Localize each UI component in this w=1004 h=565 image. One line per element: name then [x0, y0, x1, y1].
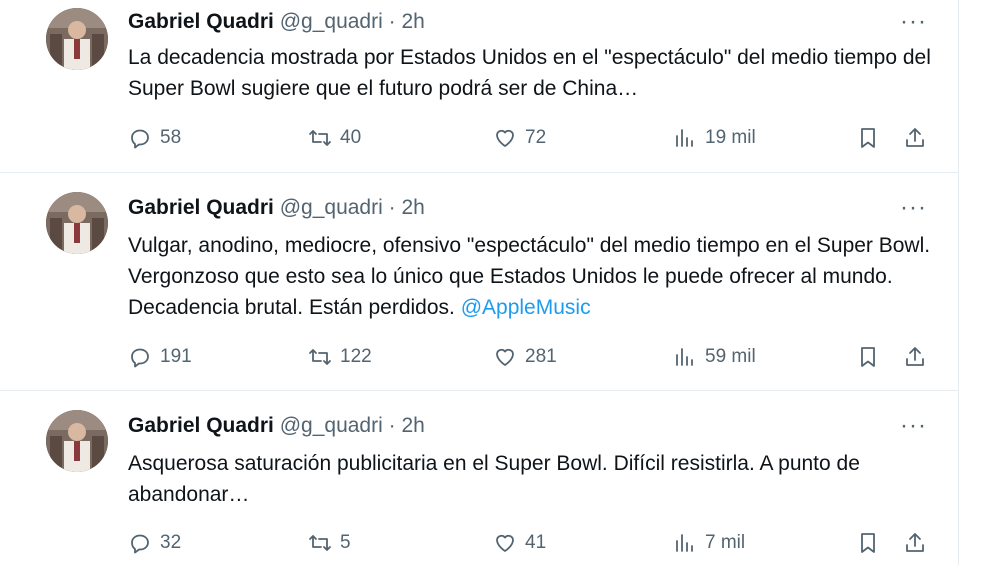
views-icon [676, 534, 693, 552]
heart-icon [496, 534, 514, 552]
tweet-text-body: La decadencia mostrada por Estados Unido… [128, 46, 931, 100]
like-count: 41 [525, 532, 547, 553]
like-button[interactable]: 72 [493, 122, 546, 154]
retweet-icon [309, 130, 331, 146]
like-count: 281 [525, 346, 557, 367]
like-button[interactable]: 41 [493, 527, 546, 559]
reply-count: 58 [160, 127, 182, 148]
separator-dot: · [388, 10, 396, 33]
timeline-border [958, 0, 959, 565]
retweet-button[interactable]: 40 [308, 122, 361, 154]
author-name[interactable]: Gabriel Quadri [128, 414, 274, 437]
views-count: 19 mil [705, 127, 756, 148]
retweet-button[interactable]: 122 [308, 341, 372, 373]
author-handle[interactable]: @g_quadri [280, 414, 383, 437]
retweet-count: 40 [340, 127, 362, 148]
tweet-header: Gabriel Quadri @g_quadri · 2h [128, 414, 425, 438]
like-count: 72 [525, 127, 547, 148]
retweet-icon [309, 349, 331, 365]
reply-button[interactable]: 58 [128, 122, 181, 154]
views-button[interactable]: 7 mil [673, 527, 745, 559]
timestamp[interactable]: 2h [401, 10, 424, 33]
timestamp[interactable]: 2h [401, 196, 424, 219]
bookmark-icon [861, 347, 875, 367]
tweet-text: Asquerosa saturación publicitaria en el … [128, 448, 943, 510]
tweet-actions: 58 40 72 19 mil [128, 122, 938, 154]
like-button[interactable]: 281 [493, 341, 557, 373]
views-button[interactable]: 19 mil [673, 122, 756, 154]
retweet-button[interactable]: 5 [308, 527, 351, 559]
bookmark-icon [861, 533, 875, 553]
avatar-image [46, 410, 108, 472]
author-name[interactable]: Gabriel Quadri [128, 10, 274, 33]
tweet[interactable]: Gabriel Quadri @g_quadri · 2h ··· Vulgar… [0, 172, 958, 391]
avatar[interactable] [46, 192, 108, 254]
reply-button[interactable]: 32 [128, 527, 181, 559]
author-name[interactable]: Gabriel Quadri [128, 196, 274, 219]
tweet-header: Gabriel Quadri @g_quadri · 2h [128, 196, 425, 220]
tweet[interactable]: Gabriel Quadri @g_quadri · 2h ··· Asquer… [0, 390, 958, 565]
bookmark-icon [861, 128, 875, 148]
retweet-count: 122 [340, 346, 372, 367]
more-options-icon[interactable]: ··· [900, 8, 927, 36]
reply-icon [131, 534, 149, 554]
more-options-icon[interactable]: ··· [900, 412, 927, 440]
share-button[interactable] [903, 341, 927, 373]
views-icon [676, 129, 693, 147]
avatar-image [46, 8, 108, 70]
tweet-text-body: Asquerosa saturación publicitaria en el … [128, 452, 860, 506]
heart-icon [496, 129, 514, 147]
tweet-actions: 191 122 281 59 mil [128, 341, 938, 373]
reply-count: 191 [160, 346, 192, 367]
share-button[interactable] [903, 527, 927, 559]
avatar-image [46, 192, 108, 254]
bookmark-button[interactable] [856, 527, 880, 559]
views-button[interactable]: 59 mil [673, 341, 756, 373]
author-handle[interactable]: @g_quadri [280, 196, 383, 219]
share-icon [906, 128, 924, 147]
share-icon [906, 533, 924, 552]
share-icon [906, 347, 924, 366]
reply-button[interactable]: 191 [128, 341, 192, 373]
tweet[interactable]: Gabriel Quadri @g_quadri · 2h ··· La dec… [0, 0, 958, 173]
tweet-text: La decadencia mostrada por Estados Unido… [128, 42, 943, 104]
separator-dot: · [388, 414, 396, 437]
share-button[interactable] [903, 122, 927, 154]
retweet-count: 5 [340, 532, 351, 553]
bookmark-button[interactable] [856, 341, 880, 373]
tweet-text: Vulgar, anodino, mediocre, ofensivo "esp… [128, 230, 943, 323]
timestamp[interactable]: 2h [401, 414, 424, 437]
reply-count: 32 [160, 532, 182, 553]
avatar[interactable] [46, 410, 108, 472]
views-count: 7 mil [705, 532, 746, 553]
separator-dot: · [388, 196, 396, 219]
views-count: 59 mil [705, 346, 756, 367]
retweet-icon [309, 535, 331, 551]
tweet-actions: 32 5 41 7 mil [128, 527, 938, 559]
avatar[interactable] [46, 8, 108, 70]
views-icon [676, 348, 693, 366]
more-options-icon[interactable]: ··· [900, 194, 927, 222]
author-handle[interactable]: @g_quadri [280, 10, 383, 33]
reply-icon [131, 348, 149, 368]
reply-icon [131, 129, 149, 149]
bookmark-button[interactable] [856, 122, 880, 154]
tweet-header: Gabriel Quadri @g_quadri · 2h [128, 10, 425, 34]
mention-link[interactable]: @AppleMusic [461, 296, 591, 319]
heart-icon [496, 348, 514, 366]
